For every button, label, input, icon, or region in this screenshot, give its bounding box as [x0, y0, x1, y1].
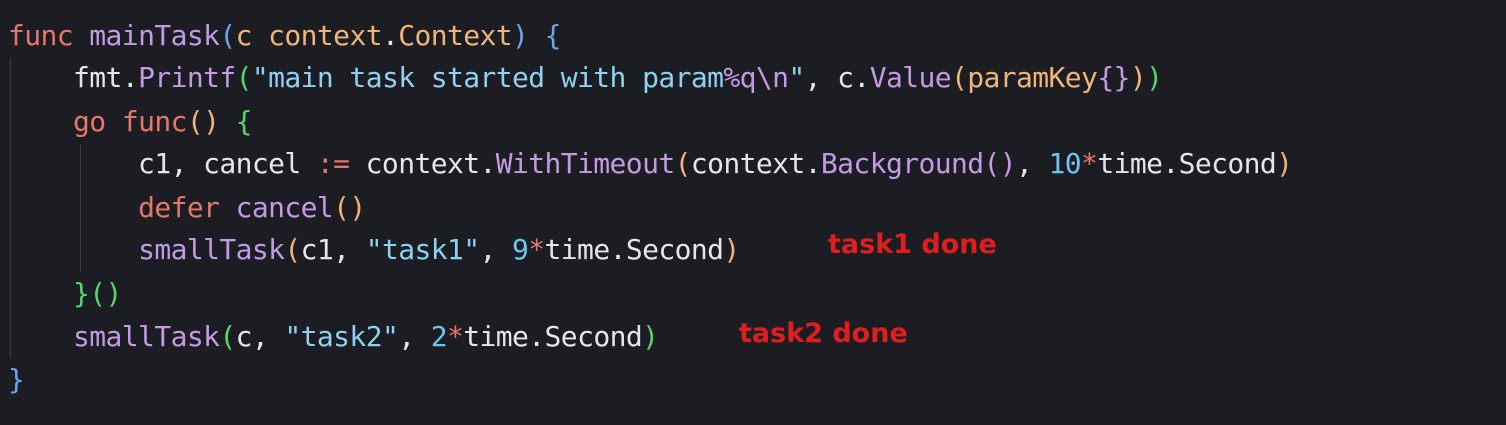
code-line: fmt.Printf("main task started with param…: [8, 58, 1163, 98]
code-token: *: [1081, 147, 1098, 180]
code-token: (: [950, 61, 968, 94]
task2-annotation: task2 done: [739, 318, 908, 349]
code-token: paramKey: [967, 61, 1098, 94]
code-token: c1, cancel: [8, 147, 317, 180]
code-editor[interactable]: func mainTask(c context.Context) { fmt.P…: [0, 0, 1506, 425]
code-token: ): [1146, 61, 1163, 94]
code-line: smallTask(c1, "task1", 9*time.Second): [8, 230, 740, 270]
code-token: (): [983, 147, 1017, 180]
code-token: ): [642, 320, 659, 353]
code-token: Background: [820, 147, 984, 180]
code-line: c1, cancel := context.WithTimeout(contex…: [8, 144, 1293, 184]
code-token: time.Second: [544, 233, 724, 266]
code-token: ): [723, 233, 740, 266]
code-token: context.: [349, 147, 497, 180]
code-token: "main task started with param: [251, 61, 724, 94]
code-token: *: [528, 233, 545, 266]
code-token: "task2": [284, 320, 399, 353]
code-token: ,: [398, 320, 431, 353]
code-token: context.: [690, 147, 822, 180]
code-token: ,: [479, 233, 513, 266]
code-token: .: [121, 61, 139, 94]
code-token: (: [219, 320, 236, 353]
code-token: ,: [1016, 147, 1049, 180]
code-token: }: [73, 277, 90, 310]
code-token: Value: [869, 61, 952, 94]
code-token: (: [219, 19, 236, 52]
code-token: {: [235, 105, 253, 138]
code-token: %q\n: [723, 61, 789, 94]
code-token: }: [8, 363, 25, 396]
code-token: ): [512, 19, 529, 52]
code-token: 9: [512, 233, 529, 266]
code-token: mainTask: [89, 19, 220, 52]
code-line: }(): [8, 274, 122, 314]
code-line: defer cancel(): [8, 188, 366, 228]
code-token: time.Second: [463, 320, 643, 353]
code-token: .: [381, 19, 399, 52]
code-token: "task1": [365, 233, 480, 266]
code-line: smallTask(c, "task2", 2*time.Second): [8, 317, 659, 357]
code-token: ": [788, 61, 805, 94]
code-token: WithTimeout: [495, 147, 675, 180]
code-token: smallTask: [138, 233, 285, 266]
code-token: c,: [235, 320, 285, 353]
code-token: go: [73, 105, 106, 138]
code-token: (): [186, 105, 220, 138]
code-token: cancel: [235, 191, 334, 224]
code-line: func mainTask(c context.Context) {: [8, 16, 561, 56]
code-token: ): [1129, 61, 1147, 94]
code-token: Context: [398, 19, 513, 52]
code-token: context: [268, 19, 382, 52]
code-token: func: [121, 105, 188, 138]
code-token: 10: [1048, 147, 1082, 180]
code-line: go func() {: [8, 102, 252, 142]
code-token: *: [447, 320, 464, 353]
code-token: {: [544, 19, 562, 52]
code-token: time.Second: [1097, 147, 1277, 180]
code-token: Printf: [138, 61, 236, 94]
code-token: :=: [316, 147, 350, 180]
code-line: }: [8, 360, 25, 400]
code-token: 2: [430, 320, 448, 353]
code-token: func: [8, 19, 74, 52]
code-token: c: [235, 19, 253, 52]
task1-annotation: task1 done: [828, 229, 997, 260]
code-token: (: [284, 233, 301, 266]
code-token: {}: [1097, 61, 1130, 94]
code-token: , c.: [804, 61, 871, 94]
code-token: (): [89, 277, 122, 310]
code-token: (): [333, 191, 366, 224]
code-token: fmt: [8, 61, 122, 94]
code-token: ): [1276, 147, 1293, 180]
code-token: (: [674, 147, 692, 180]
code-token: (: [235, 61, 253, 94]
code-token: defer: [138, 191, 220, 224]
code-token: c1,: [300, 233, 366, 266]
code-token: smallTask: [73, 320, 220, 353]
